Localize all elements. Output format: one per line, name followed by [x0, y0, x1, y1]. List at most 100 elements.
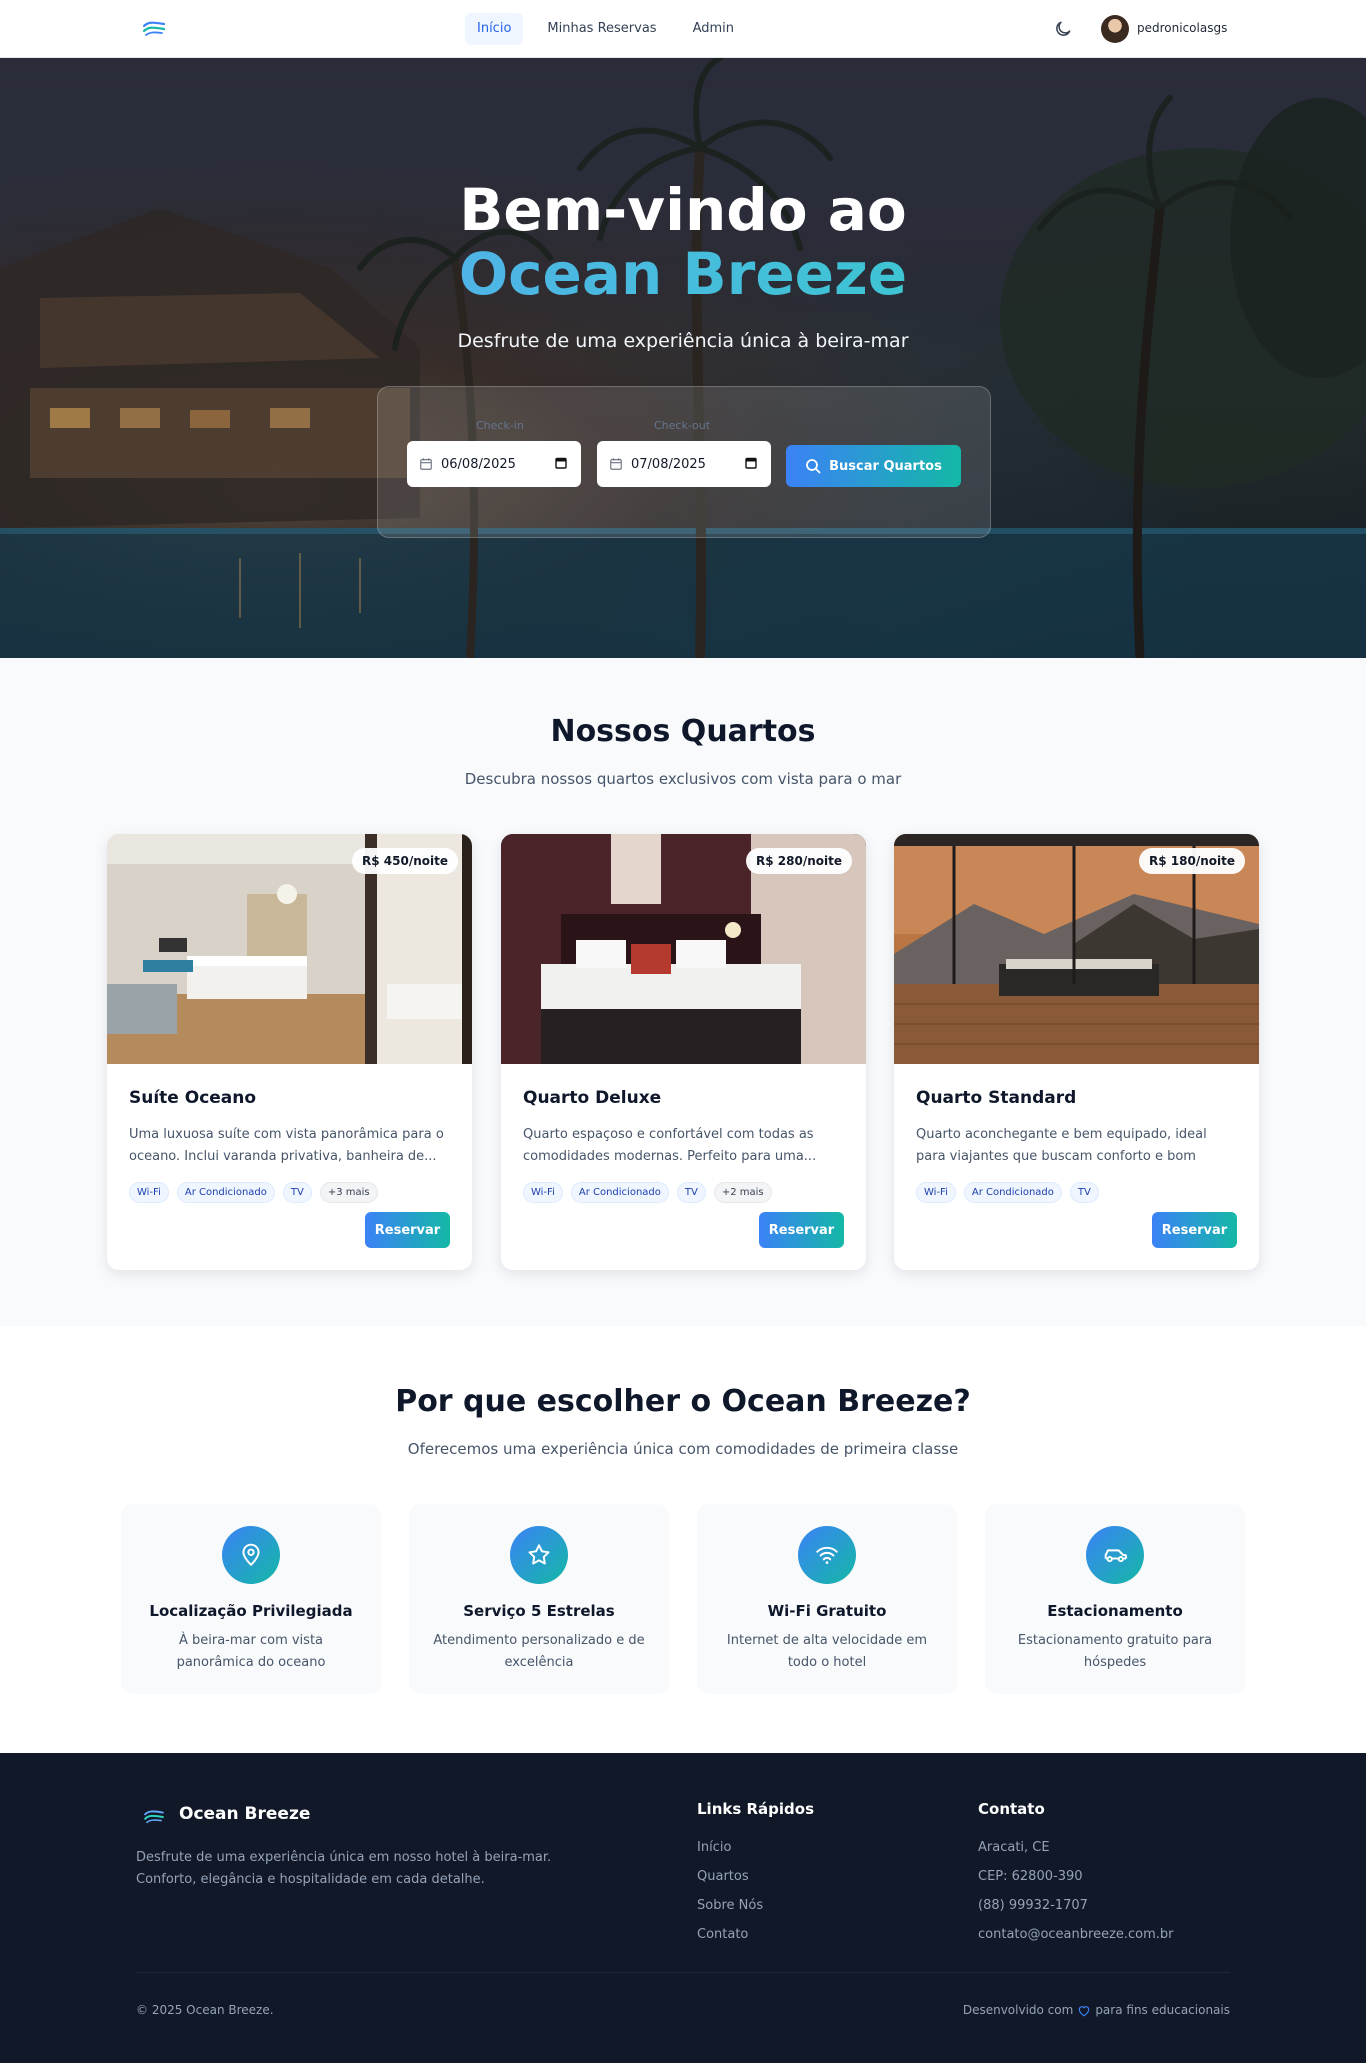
room-name: Quarto Deluxe [523, 1088, 662, 1108]
footer-dev-credit: Desenvolvido com para fins educacionais [963, 2003, 1230, 2017]
hero-section: Bem-vindo ao Ocean Breeze Desfrute de um… [0, 58, 1366, 658]
nav-link-inicio[interactable]: Início [465, 13, 524, 45]
moon-icon[interactable] [1053, 19, 1073, 39]
features-subtitle: Oferecemos uma experiência única com com… [407, 1440, 959, 1458]
amenity-tag: Ar Condicionado [176, 1182, 275, 1203]
footer-contact-title: Contato [978, 1800, 1045, 1818]
feature-title: Wi-Fi Gratuito [767, 1602, 887, 1620]
nav-link-admin[interactable]: Admin [681, 13, 746, 45]
search-panel: Check-in Check-out 06/08/2025 07/08/2025… [377, 386, 991, 538]
search-rooms-button[interactable]: Buscar Quartos [786, 445, 961, 487]
star-icon [510, 1526, 568, 1584]
calendar-icon [610, 458, 622, 470]
search-icon [806, 459, 821, 474]
footer-divider [136, 1972, 1230, 1973]
room-price: R$ 450/noite [352, 848, 458, 874]
waves-icon[interactable] [142, 20, 166, 38]
username[interactable]: pedronicolasgs [1137, 21, 1227, 35]
amenity-tag: Ar Condicionado [570, 1182, 669, 1203]
footer: Ocean Breeze Desfrute de uma experiência… [0, 1753, 1366, 2063]
amenity-more-tag: +2 mais [713, 1182, 772, 1203]
amenity-tag: TV [1069, 1182, 1099, 1203]
room-description: Quarto espaçoso e confortável com todas … [523, 1127, 817, 1164]
top-navbar: Início Minhas Reservas Admin pedronicola… [0, 0, 1366, 58]
room-price: R$ 280/noite [746, 848, 852, 874]
footer-contact-phone: (88) 99932-1707 [978, 1898, 1088, 1913]
footer-dev-after: para fins educacionais [1095, 2003, 1230, 2017]
amenity-more-tag: +3 mais [319, 1182, 378, 1203]
checkin-label: Check-in [476, 419, 524, 432]
reserve-button[interactable]: Reservar [759, 1212, 844, 1248]
checkout-input[interactable]: 07/08/2025 [597, 441, 771, 487]
room-amenities: Wi-Fi Ar Condicionado TV +3 mais [129, 1182, 378, 1203]
hero-background-scene [0, 58, 1366, 658]
feature-description: Estacionamento gratuito para hóspedes [1017, 1633, 1213, 1670]
footer-brand: Ocean Breeze [179, 1804, 311, 1824]
hero-subtitle: Desfrute de uma experiência única à beir… [457, 330, 909, 352]
date-picker-icon[interactable] [745, 457, 757, 469]
amenity-tag: Ar Condicionado [963, 1182, 1062, 1203]
amenity-tag: Wi-Fi [916, 1182, 956, 1203]
feature-card-wifi: Wi-Fi Gratuito Internet de alta velocida… [697, 1504, 957, 1694]
footer-link-quartos[interactable]: Quartos [697, 1869, 749, 1884]
features-section: Por que escolher o Ocean Breeze? Oferece… [0, 1326, 1366, 1753]
checkout-value: 07/08/2025 [631, 456, 706, 472]
footer-description: Desfrute de uma experiência única em nos… [136, 1850, 552, 1887]
rooms-title: Nossos Quartos [550, 714, 816, 749]
waves-icon [144, 1810, 164, 1824]
calendar-icon [420, 458, 432, 470]
room-name: Quarto Standard [916, 1088, 1077, 1108]
footer-dev-before: Desenvolvido com [962, 2003, 1074, 2017]
footer-contact-cep: CEP: 62800-390 [978, 1869, 1083, 1884]
amenity-tag: Wi-Fi [523, 1182, 563, 1203]
feature-description: Atendimento personalizado e de excelênci… [433, 1633, 645, 1670]
reserve-button[interactable]: Reservar [365, 1212, 450, 1248]
feature-title: Localização Privilegiada [149, 1602, 353, 1620]
room-amenities: Wi-Fi Ar Condicionado TV [916, 1182, 1099, 1203]
amenity-tag: Wi-Fi [129, 1182, 169, 1203]
footer-contact-city: Aracati, CE [978, 1840, 1050, 1855]
room-name: Suíte Oceano [129, 1088, 257, 1108]
wifi-icon [798, 1526, 856, 1584]
reserve-button[interactable]: Reservar [1152, 1212, 1237, 1248]
footer-link-inicio[interactable]: Início [697, 1840, 731, 1855]
footer-copyright: © 2025 Ocean Breeze. [136, 2003, 274, 2017]
amenity-tag: TV [676, 1182, 706, 1203]
room-price: R$ 180/noite [1139, 848, 1245, 874]
feature-description: À beira-mar com vista panorâmica do ocea… [176, 1633, 326, 1670]
date-picker-icon[interactable] [555, 457, 567, 469]
feature-card-estacionamento: Estacionamento Estacionamento gratuito p… [985, 1504, 1245, 1694]
footer-link-contato[interactable]: Contato [697, 1927, 748, 1942]
room-card-quarto-standard: R$ 180/noite Quarto Standard Quarto acon… [894, 834, 1259, 1270]
rooms-section: Nossos Quartos Descubra nossos quartos e… [0, 658, 1366, 1326]
map-pin-icon [222, 1526, 280, 1584]
car-icon [1086, 1526, 1144, 1584]
room-card-suite-oceano: R$ 450/noite Suíte Oceano Uma luxuosa su… [107, 834, 472, 1270]
feature-card-servico: Serviço 5 Estrelas Atendimento personali… [409, 1504, 669, 1694]
heart-icon [1079, 2005, 1090, 2016]
room-card-quarto-deluxe: R$ 280/noite Quarto Deluxe Quarto espaço… [501, 834, 866, 1270]
amenity-tag: TV [282, 1182, 312, 1203]
hero-title: Bem-vindo ao Ocean Breeze [0, 178, 1366, 306]
nav-links: Início Minhas Reservas Admin [465, 13, 746, 45]
room-description: Quarto aconchegante e bem equipado, idea… [916, 1127, 1207, 1164]
room-description: Uma luxuosa suíte com vista panorâmica p… [129, 1127, 444, 1164]
feature-description: Internet de alta velocidade em todo o ho… [726, 1633, 928, 1670]
checkin-input[interactable]: 06/08/2025 [407, 441, 581, 487]
footer-links-title: Links Rápidos [697, 1800, 815, 1818]
checkin-value: 06/08/2025 [441, 456, 516, 472]
footer-link-sobre-nos[interactable]: Sobre Nós [697, 1898, 763, 1913]
feature-title: Estacionamento [1047, 1602, 1183, 1620]
hero-title-line1: Bem-vindo ao [459, 176, 907, 244]
search-rooms-label: Buscar Quartos [829, 458, 942, 474]
features-title: Por que escolher o Ocean Breeze? [395, 1384, 971, 1419]
room-amenities: Wi-Fi Ar Condicionado TV +2 mais [523, 1182, 772, 1203]
avatar[interactable] [1101, 15, 1129, 43]
rooms-subtitle: Descubra nossos quartos exclusivos com v… [464, 770, 902, 788]
hero-title-brand: Ocean Breeze [0, 242, 1366, 306]
feature-title: Serviço 5 Estrelas [463, 1602, 615, 1620]
nav-link-minhas-reservas[interactable]: Minhas Reservas [535, 13, 668, 45]
feature-card-localizacao: Localização Privilegiada À beira-mar com… [121, 1504, 381, 1694]
checkout-label: Check-out [654, 419, 711, 432]
footer-contact-email[interactable]: contato@oceanbreeze.com.br [978, 1927, 1174, 1942]
